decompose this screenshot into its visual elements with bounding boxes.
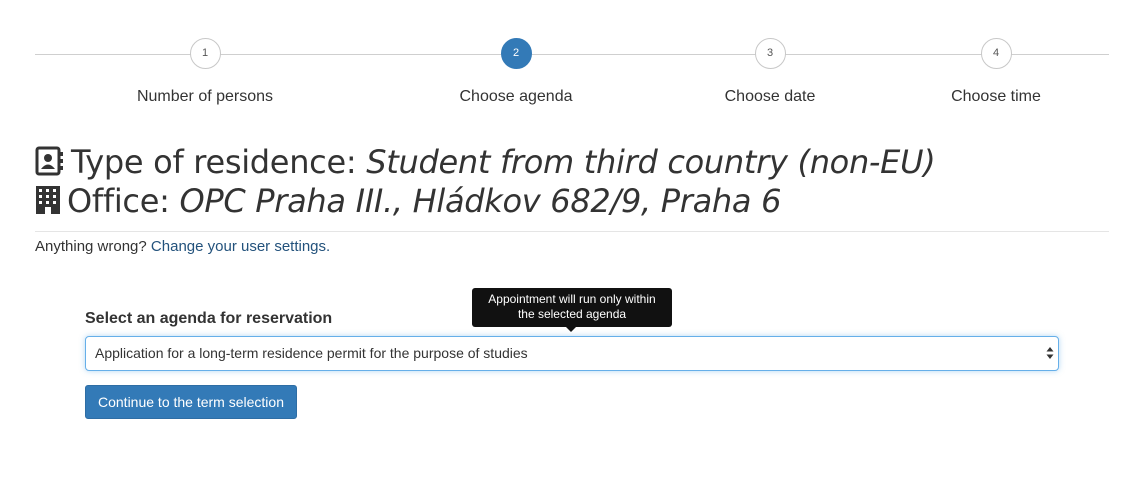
notice-text: Anything wrong?: [35, 238, 147, 255]
step-choose-date: 3 Choose date: [660, 38, 880, 106]
office-prefix: Office:: [67, 182, 170, 220]
step-choose-agenda: 2 Choose agenda: [406, 38, 626, 106]
agenda-tooltip: Appointment will run only within the sel…: [472, 288, 672, 327]
office-value: OPC Praha III., Hládkov 682/9, Praha 6: [179, 182, 782, 220]
step-circle-active: 2: [500, 38, 532, 69]
agenda-select-value: Application for a long-term residence pe…: [95, 345, 528, 361]
step-circle: 1: [189, 38, 221, 69]
step-circle: 4: [980, 38, 1012, 69]
agenda-select-label: Select an agenda for reservation: [85, 310, 333, 327]
office-heading: Office: OPC Praha III., Hládkov 682/9, P…: [35, 182, 781, 223]
continue-button[interactable]: Continue to the term selection: [85, 385, 297, 419]
step-label: Choose date: [724, 88, 816, 105]
step-label: Number of persons: [136, 88, 274, 105]
residence-value: Student from third country (non-EU): [366, 143, 936, 181]
residence-prefix: Type of residence:: [71, 143, 357, 181]
select-arrows-icon: [1046, 347, 1054, 359]
progress-stepper: 1 Number of persons 2 Choose agenda 3 Ch…: [35, 38, 1109, 108]
residence-type-heading: Type of residence: Student from third co…: [35, 143, 936, 184]
step-number-of-persons: 1 Number of persons: [95, 38, 315, 106]
tooltip-arrow: [566, 327, 576, 332]
settings-notice: Anything wrong? Change your user setting…: [35, 238, 330, 255]
section-divider: [35, 231, 1109, 232]
building-icon: [35, 185, 61, 223]
step-label: Choose agenda: [459, 88, 573, 105]
step-label: Choose time: [951, 88, 1041, 105]
contact-card-icon: [35, 146, 65, 184]
step-circle: 3: [754, 38, 786, 69]
step-choose-time: 4 Choose time: [886, 38, 1106, 106]
agenda-select[interactable]: Application for a long-term residence pe…: [85, 336, 1059, 371]
change-user-settings-link[interactable]: Change your user settings.: [151, 238, 330, 255]
